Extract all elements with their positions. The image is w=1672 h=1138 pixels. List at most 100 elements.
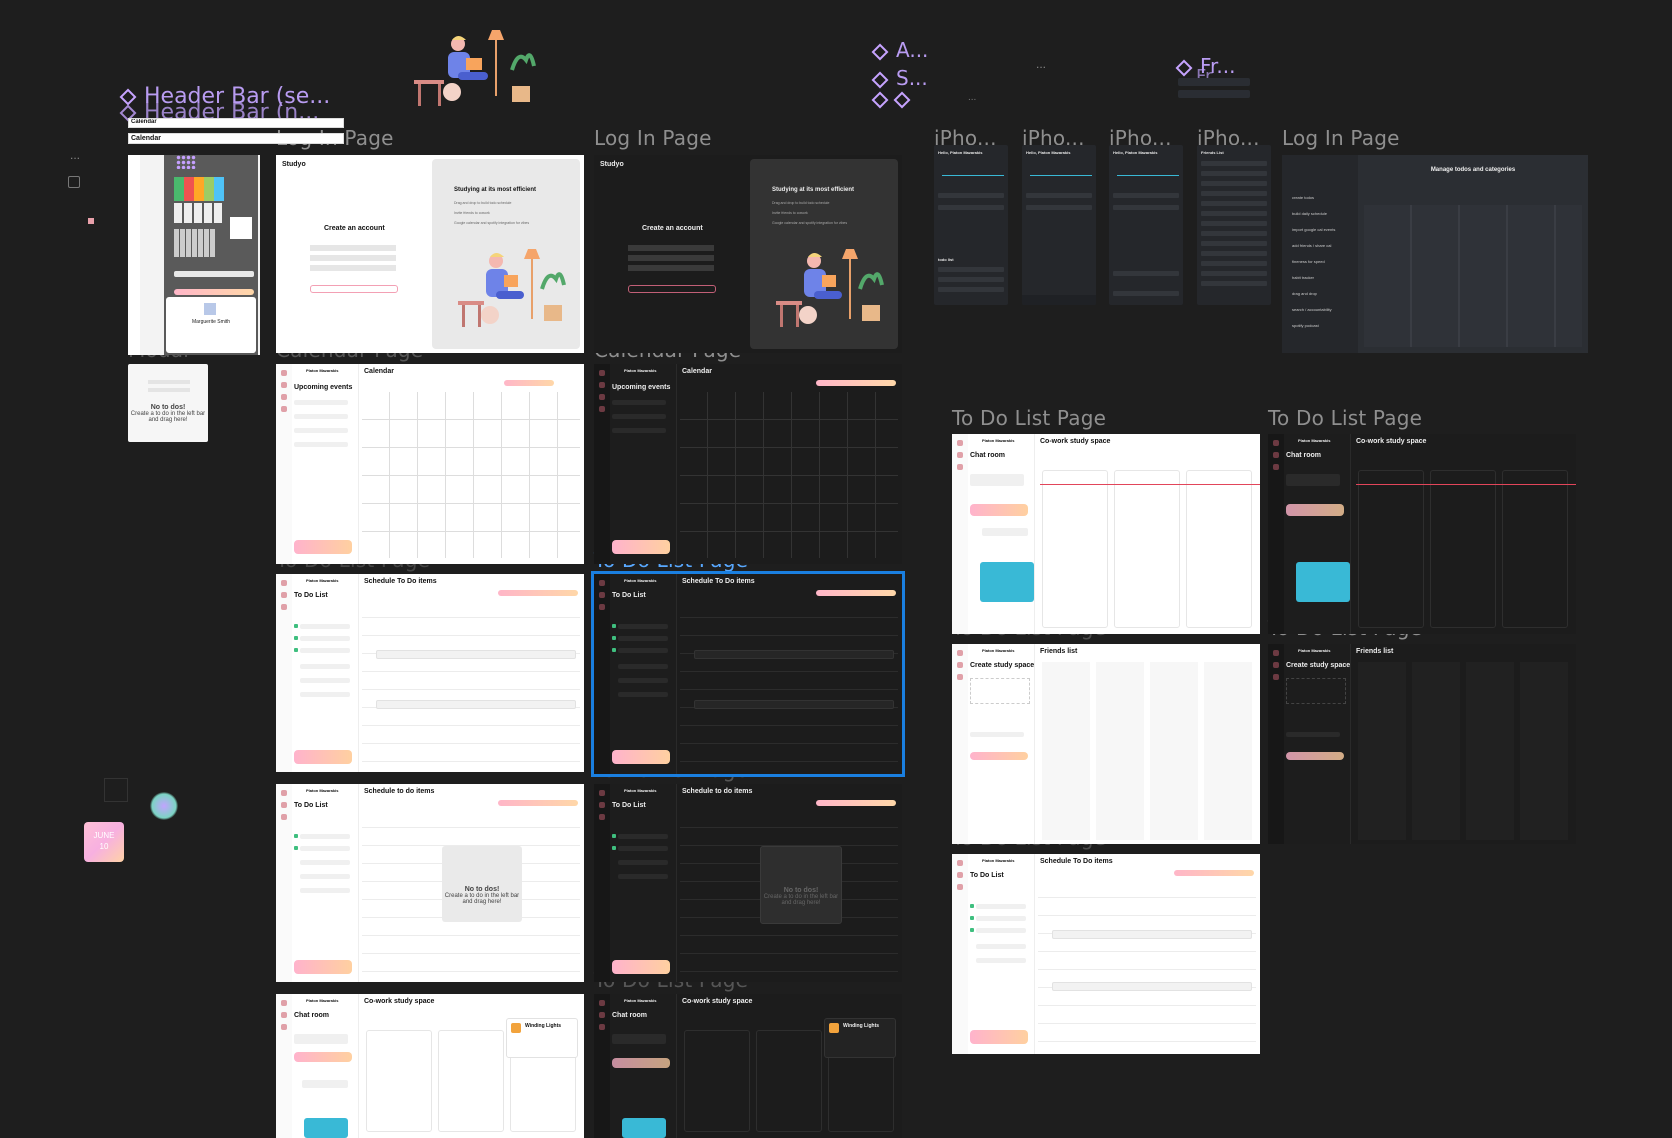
todo-row[interactable] (976, 944, 1026, 949)
cowork-page-light-2[interactable]: Platon Mazarakis Chat room Co-work study… (952, 434, 1260, 634)
user-column[interactable] (1430, 470, 1496, 628)
todo-row[interactable] (618, 624, 668, 629)
user-column[interactable] (1042, 470, 1108, 628)
component-chip[interactable] (1178, 78, 1250, 86)
todo-row[interactable] (618, 834, 668, 839)
invite-chip[interactable] (970, 752, 1028, 760)
shared-image[interactable] (304, 1118, 348, 1138)
time-grid[interactable] (362, 600, 580, 768)
checkbox[interactable] (294, 846, 298, 850)
month-grid[interactable] (680, 392, 898, 558)
list-row[interactable] (938, 267, 1004, 272)
list-row[interactable] (1026, 205, 1092, 210)
user-column[interactable] (756, 1030, 822, 1132)
calendar-page-dark[interactable]: Platon Mazarakis Upcoming events Calenda… (594, 364, 902, 564)
todo-row[interactable] (618, 874, 668, 879)
todo-row[interactable] (976, 928, 1026, 933)
frame-label[interactable]: Log In Page (1282, 126, 1400, 150)
todo-page-light-2[interactable]: Platon Mazarakis To Do List Schedule To … (952, 854, 1260, 1054)
small-square-icon[interactable] (68, 176, 80, 188)
user-column[interactable] (1186, 470, 1252, 628)
checkbox[interactable] (612, 846, 616, 850)
june-date-badge[interactable]: JUNE 10 (84, 822, 124, 862)
iphone-frame-1[interactable]: Hello, Platon Mazarakis todo list (934, 145, 1008, 305)
checkbox[interactable] (294, 624, 298, 628)
user-column[interactable] (1358, 470, 1424, 628)
checkbox[interactable] (970, 928, 974, 932)
list-row[interactable] (938, 193, 1004, 198)
event-row[interactable] (294, 428, 348, 433)
create-account-button[interactable] (628, 285, 716, 293)
todo-page-dark-selected[interactable]: Platon Mazarakis To Do List Schedule To … (591, 571, 905, 777)
component-chip[interactable] (1178, 90, 1250, 98)
color-swatches[interactable] (174, 177, 224, 201)
header-bar-component-2[interactable]: Calendar (128, 133, 344, 144)
iphone-frame-2[interactable]: Hello, Platon Mazarakis (1022, 145, 1096, 305)
todo-row[interactable] (300, 888, 350, 893)
todo-row[interactable] (300, 692, 350, 697)
user-column[interactable] (1114, 470, 1180, 628)
name-field[interactable] (628, 245, 714, 251)
todo-row[interactable] (618, 846, 668, 851)
small-frame[interactable] (104, 778, 128, 802)
list-row[interactable] (1113, 271, 1179, 276)
web-menu-item[interactable]: create todos (1292, 195, 1314, 200)
header-pill[interactable] (816, 800, 896, 806)
calendar-page-light[interactable]: Platon Mazarakis Upcoming events Calenda… (276, 364, 584, 564)
tab-bar[interactable] (1022, 295, 1096, 305)
list-row[interactable] (1026, 193, 1092, 198)
shared-image[interactable] (1296, 562, 1350, 602)
invite-chip[interactable] (1286, 752, 1344, 760)
friend-cards[interactable] (1042, 662, 1252, 840)
upgrade-card[interactable] (970, 1030, 1028, 1044)
glow-avatar[interactable] (150, 792, 178, 820)
list-row[interactable] (1113, 291, 1179, 296)
search-bar[interactable] (174, 271, 254, 277)
todo-row[interactable] (300, 624, 350, 629)
event-row[interactable] (294, 400, 348, 405)
event-row[interactable] (294, 442, 348, 447)
friend-row[interactable] (1201, 281, 1267, 286)
event-row[interactable] (294, 414, 348, 419)
todo-row[interactable] (618, 692, 668, 697)
time-grid[interactable] (680, 600, 898, 770)
friend-row[interactable] (1201, 171, 1267, 176)
list-row[interactable] (938, 205, 1004, 210)
date-grid[interactable] (174, 229, 216, 257)
event-row[interactable] (612, 414, 666, 419)
friend-row[interactable] (1201, 241, 1267, 246)
web-menu-item[interactable]: habit tracker (1292, 275, 1314, 280)
header-pill[interactable] (498, 590, 578, 596)
todo-row[interactable] (618, 636, 668, 641)
todo-row[interactable] (300, 648, 350, 653)
upgrade-card[interactable] (612, 750, 670, 764)
ellipsis-icon[interactable]: ... (1036, 57, 1046, 71)
checkbox[interactable] (294, 648, 298, 652)
header-pill[interactable] (498, 800, 578, 806)
email-field[interactable] (628, 255, 714, 261)
friends-page-dark[interactable]: Platon Mazarakis Create study space Frie… (1268, 644, 1576, 844)
friend-row[interactable] (1201, 191, 1267, 196)
web-todo-frame[interactable]: create todos build daily schedule import… (1282, 155, 1588, 353)
color-swatches[interactable] (174, 203, 224, 223)
scheduled-task[interactable] (376, 650, 576, 659)
todo-row[interactable] (300, 636, 350, 641)
checkbox[interactable] (294, 834, 298, 838)
iphone-frame-friends[interactable]: Friends List (1197, 145, 1271, 305)
friend-row[interactable] (1201, 251, 1267, 256)
user-column[interactable] (684, 1030, 750, 1132)
password-field[interactable] (628, 265, 714, 271)
web-menu-item[interactable]: search / accountability (1292, 307, 1332, 312)
invite-row[interactable] (1286, 732, 1340, 737)
todo-row[interactable] (618, 860, 668, 865)
web-menu-item[interactable]: add friends / share cal (1292, 243, 1331, 248)
list-row[interactable] (938, 287, 1004, 292)
white-block[interactable] (230, 217, 252, 239)
scheduled-task[interactable] (1052, 930, 1252, 939)
header-pill[interactable] (1174, 870, 1254, 876)
checkbox[interactable] (612, 834, 616, 838)
friend-cards[interactable] (1358, 662, 1568, 840)
user-column[interactable] (438, 1030, 504, 1132)
todo-page-light-1[interactable]: Platon Mazarakis To Do List Schedule To … (276, 574, 584, 772)
cowork-page-light[interactable]: Platon Mazarakis Chat room Co-work study… (276, 994, 584, 1138)
